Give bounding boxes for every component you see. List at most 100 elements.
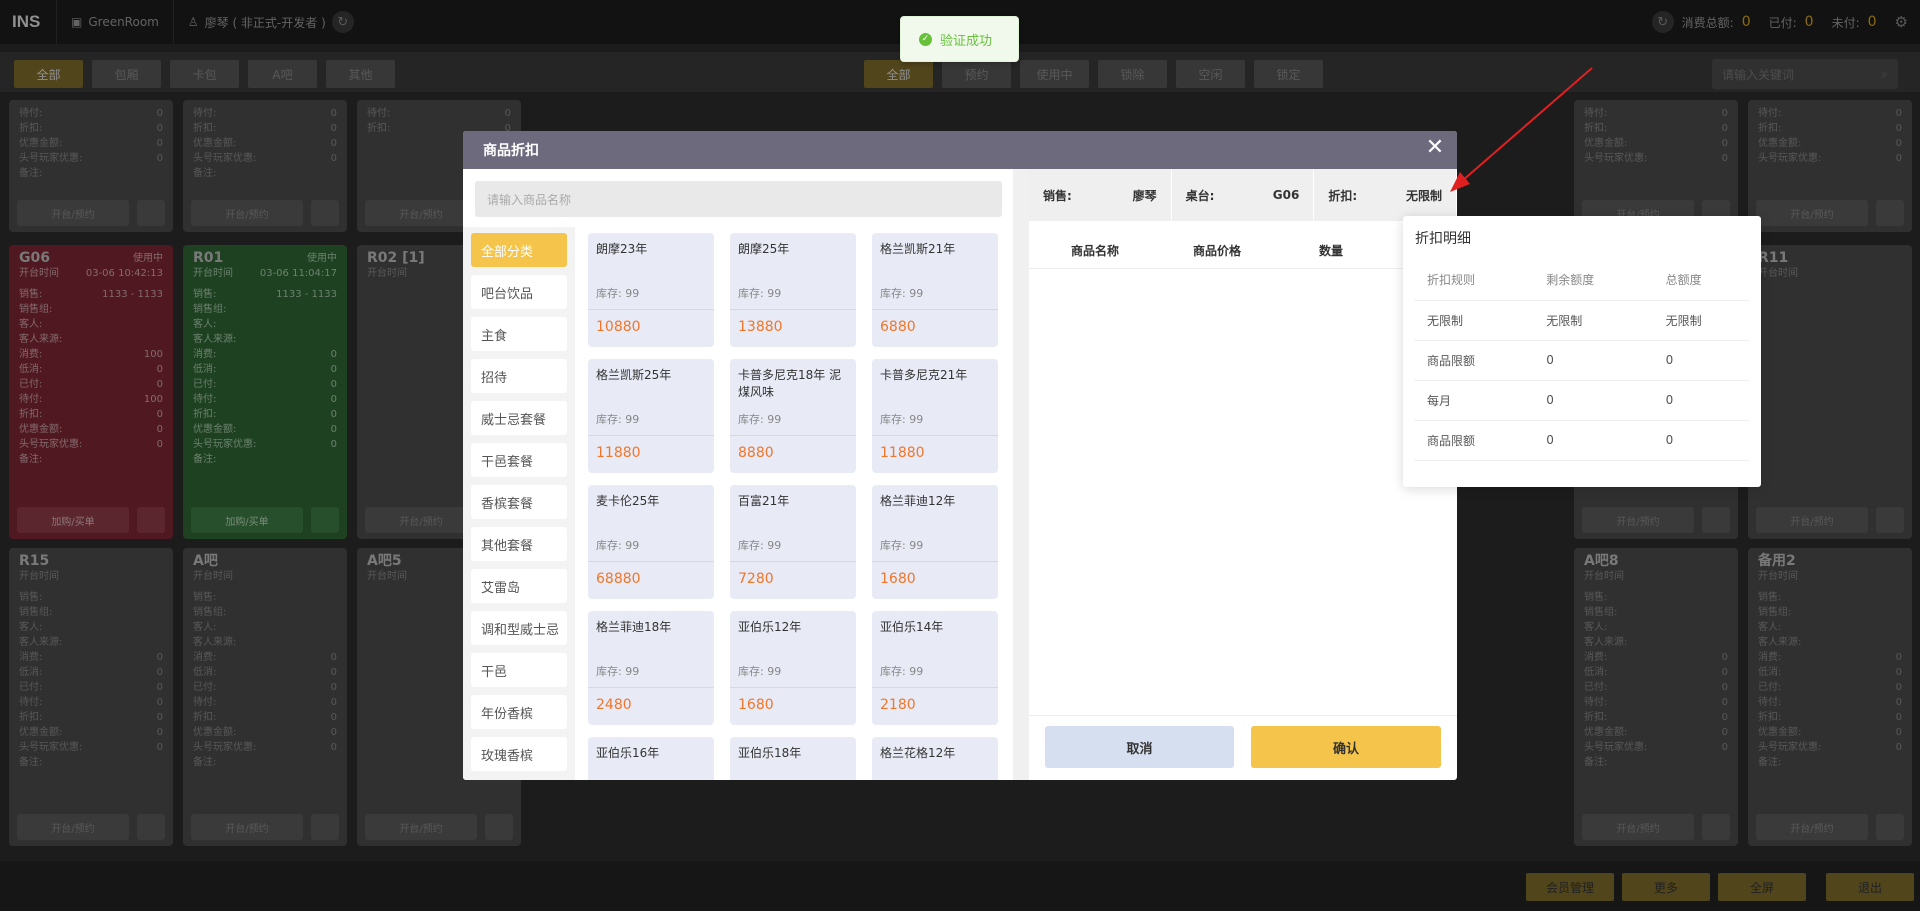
cell: 商品限额: [1415, 340, 1535, 381]
dialog-header: 商品折扣 ✕: [463, 131, 1457, 169]
col-remaining-quota: 剩余额度: [1534, 260, 1654, 301]
table-label: 桌台:: [1185, 188, 1215, 203]
toast-text: 验证成功: [940, 33, 993, 49]
product-card[interactable]: 卡普多尼克18年 泥煤风味库存: 99 8880: [730, 359, 856, 473]
product-card[interactable]: 亚伯乐16年库存: 99: [588, 737, 714, 780]
dialog-footer: 取消 确认: [1029, 715, 1457, 780]
product-card[interactable]: 格兰凯斯21年 库存: 99 6880: [872, 233, 998, 347]
product-card[interactable]: 朗摩25年 库存: 99 13880: [730, 233, 856, 347]
product-name: 亚伯乐14年: [880, 620, 944, 634]
product-price: 13880: [738, 319, 783, 335]
table-value: G06: [1272, 188, 1300, 202]
divider: [588, 687, 714, 688]
product-price: 11880: [880, 445, 925, 461]
cell: 0: [1653, 380, 1749, 421]
cell: 无限制: [1534, 300, 1654, 341]
product-name: 格兰花格12年: [880, 746, 956, 760]
product-name: 卡普多尼克21年: [880, 368, 968, 382]
product-picker: 请输入商品名称 全部分类吧台饮品主食招待威士忌套餐干邑套餐香槟套餐其他套餐艾雷岛…: [463, 169, 1013, 780]
product-price: 8880: [738, 445, 774, 461]
discount-detail-popover: 折扣明细 折扣规则 剩余额度 总额度 无限制 无限制 无限制 商品限额 0 0 每月 0 0…: [1403, 216, 1761, 487]
discount-value[interactable]: 无限制: [1406, 187, 1442, 204]
sales-info: 销售: 廖琴: [1029, 169, 1172, 221]
cell: 无限制: [1415, 300, 1535, 341]
product-price: 1680: [738, 697, 774, 713]
product-card[interactable]: 格兰菲迪18年 库存: 99 2480: [588, 611, 714, 725]
product-card[interactable]: 亚伯乐14年 库存: 99 2180: [872, 611, 998, 725]
product-name: 卡普多尼克18年 泥煤风味: [738, 368, 842, 399]
category-item[interactable]: 玫瑰香槟: [471, 737, 567, 771]
category-item[interactable]: 全部分类: [471, 233, 567, 267]
product-name: 格兰菲迪12年: [880, 494, 956, 508]
divider: [730, 687, 856, 688]
col-discount-rule: 折扣规则: [1415, 260, 1535, 301]
product-name: 格兰凯斯25年: [596, 368, 672, 382]
category-list: 全部分类吧台饮品主食招待威士忌套餐干邑套餐香槟套餐其他套餐艾雷岛调和型威士忌 干邑…: [471, 233, 567, 779]
popover-title: 折扣明细: [1415, 231, 1471, 247]
product-name: 百富21年: [738, 494, 790, 508]
product-stock: 库存: 99: [738, 665, 782, 678]
product-price: 1680: [880, 571, 916, 587]
product-card[interactable]: 格兰凯斯25年 库存: 99 11880: [588, 359, 714, 473]
cell: 0: [1534, 340, 1654, 381]
product-stock: 库存: 99: [738, 287, 782, 300]
product-card[interactable]: 百富21年 库存: 99 7280: [730, 485, 856, 599]
col-product-name: 商品名称: [1070, 244, 1119, 258]
discount-info[interactable]: 折扣: 无限制: [1314, 169, 1457, 221]
divider: [872, 309, 998, 310]
col-quantity: 数量: [1318, 244, 1343, 258]
divider: [1013, 169, 1029, 780]
product-name: 亚伯乐12年: [738, 620, 802, 634]
order-info-bar: 销售: 廖琴 桌台: G06 折扣: 无限制: [1029, 169, 1457, 221]
category-item[interactable]: 招待: [471, 359, 567, 393]
product-stock: 库存: 99: [880, 665, 924, 678]
close-icon[interactable]: ✕: [1423, 137, 1447, 161]
check-circle-icon: ✓: [919, 32, 932, 46]
product-card[interactable]: 亚伯乐12年 库存: 99 1680: [730, 611, 856, 725]
cell: 0: [1653, 420, 1749, 461]
category-item[interactable]: 香槟套餐: [471, 485, 567, 519]
category-item[interactable]: 调和型威士忌: [471, 611, 567, 645]
category-item[interactable]: 干邑: [471, 653, 567, 687]
success-toast: ✓ 验证成功: [900, 16, 1019, 62]
divider: [730, 309, 856, 310]
category-item[interactable]: 艾雷岛: [471, 569, 567, 603]
product-price: 2180: [880, 697, 916, 713]
product-stock: 库存: 99: [738, 539, 782, 552]
product-name: 格兰菲迪18年: [596, 620, 672, 634]
confirm-button[interactable]: 确认: [1251, 726, 1441, 768]
table-row: 每月 0 0: [1415, 380, 1749, 421]
product-name: 朗摩23年: [596, 242, 648, 256]
product-stock: 库存: 99: [738, 413, 782, 426]
product-card[interactable]: 朗摩23年 库存: 99 10880: [588, 233, 714, 347]
product-price: 11880: [596, 445, 641, 461]
product-card[interactable]: 亚伯乐18年库存: 99: [730, 737, 856, 780]
product-discount-dialog: 商品折扣 ✕ 请输入商品名称 全部分类吧台饮品主食招待威士忌套餐干邑套餐香槟套餐…: [463, 131, 1457, 780]
product-price: 6880: [880, 319, 916, 335]
product-search-input[interactable]: 请输入商品名称: [475, 181, 1002, 217]
divider: [872, 435, 998, 436]
product-grid: 朗摩23年 库存: 99 10880 朗摩25年 库存: 99 13880 格兰凯斯21年库…: [588, 233, 1008, 780]
product-stock: 库存: 99: [596, 287, 640, 300]
category-item[interactable]: 其他套餐: [471, 527, 567, 561]
product-stock: 库存: 99: [596, 413, 640, 426]
dialog-title: 商品折扣: [483, 143, 539, 159]
product-search-placeholder: 请输入商品名称: [487, 192, 572, 207]
category-item[interactable]: 年份香槟: [471, 695, 567, 729]
product-price: 2480: [596, 697, 632, 713]
category-item[interactable]: 干邑套餐: [471, 443, 567, 477]
divider: [588, 561, 714, 562]
product-card[interactable]: 麦卡伦25年 库存: 99 68880: [588, 485, 714, 599]
category-item[interactable]: 主食: [471, 317, 567, 351]
cart-panel: 销售: 廖琴 桌台: G06 折扣: 无限制 商品名称 商品价格 数量 取消 确…: [1029, 169, 1457, 780]
product-card[interactable]: 格兰花格12年库存: 99: [872, 737, 998, 780]
cell: 商品限额: [1415, 420, 1535, 461]
product-card[interactable]: 卡普多尼克21年 库存: 99 11880: [872, 359, 998, 473]
category-item[interactable]: 吧台饮品: [471, 275, 567, 309]
sales-label: 销售:: [1043, 188, 1072, 203]
cart-table-header: 商品名称 商品价格 数量: [1029, 233, 1457, 269]
cancel-button[interactable]: 取消: [1045, 726, 1234, 768]
product-card[interactable]: 格兰菲迪12年 库存: 99 1680: [872, 485, 998, 599]
divider: [730, 435, 856, 436]
category-item[interactable]: 威士忌套餐: [471, 401, 567, 435]
